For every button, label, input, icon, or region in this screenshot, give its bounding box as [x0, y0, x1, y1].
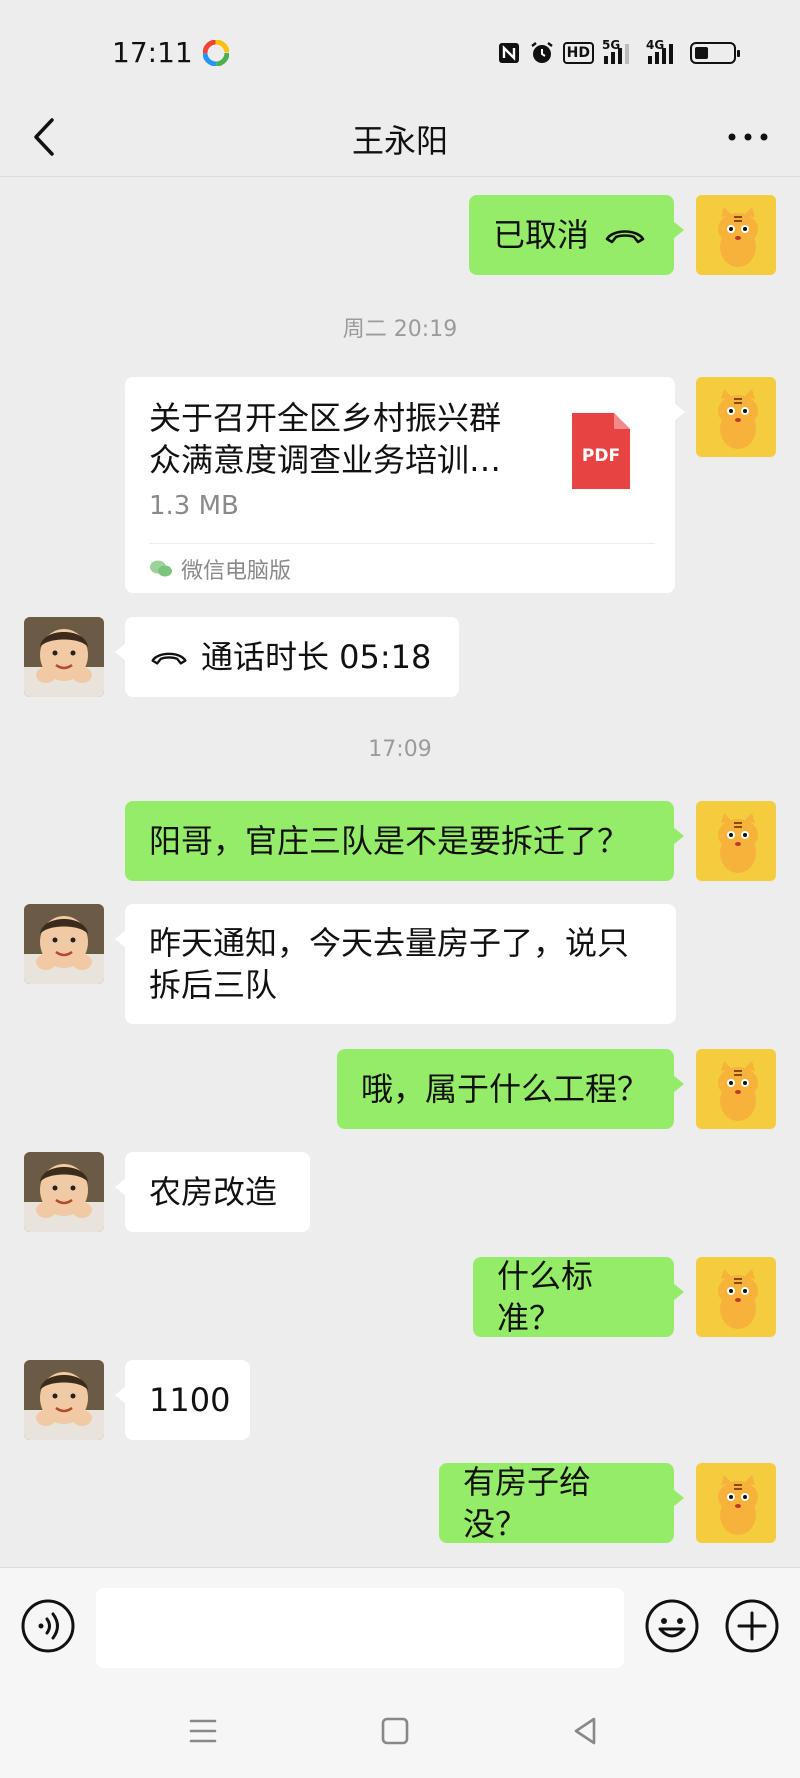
message-text: 什么标准？ — [497, 1257, 594, 1337]
message-text: 哦，属于什么工程？ — [361, 1070, 650, 1108]
my-avatar[interactable] — [696, 1257, 776, 1337]
my-avatar[interactable] — [696, 377, 776, 457]
message-text: 1100 — [149, 1381, 231, 1419]
message-list[interactable]: 已取消 周二 20:19 关于召开全区乡村振兴群众满意度调查业务培训… 1.3 … — [0, 177, 800, 1567]
chat-title: 王永阳 — [351, 122, 448, 160]
my-avatar[interactable] — [696, 801, 776, 881]
message-bubble[interactable]: 阳哥，官庄三队是不是要拆迁了？ — [125, 801, 684, 881]
friend-avatar[interactable] — [24, 1152, 104, 1232]
emoji-icon[interactable] — [644, 1598, 700, 1654]
message-bubble[interactable]: 农房改造 — [115, 1152, 310, 1232]
friend-avatar[interactable] — [24, 904, 104, 984]
message-text: 阳哥，官庄三队是不是要拆迁了？ — [149, 822, 630, 860]
file-name: 关于召开全区乡村振兴群众满意度调查业务培训… — [149, 399, 502, 479]
child-photo-icon — [24, 904, 104, 984]
phone-hangup-icon — [151, 652, 187, 665]
friend-avatar[interactable] — [24, 617, 104, 697]
battery-icon — [690, 42, 740, 64]
more-options-icon[interactable] — [718, 112, 778, 162]
child-photo-icon — [24, 1152, 104, 1232]
alarm-icon — [530, 42, 553, 63]
message-bubble-call-cancelled[interactable]: 已取消 — [469, 195, 684, 275]
home-square-icon[interactable] — [375, 1711, 415, 1751]
app-notification-icon — [203, 40, 229, 66]
message-text: 已取消 — [493, 216, 590, 254]
friend-avatar[interactable] — [24, 1360, 104, 1440]
voice-input-icon[interactable] — [20, 1598, 76, 1654]
svg-text:PDF: PDF — [582, 446, 620, 466]
message-text: 通话时长 05:18 — [201, 638, 432, 676]
message-bubble[interactable]: 1100 — [115, 1360, 250, 1440]
message-bubble[interactable]: 什么标准？ — [473, 1257, 684, 1337]
nfc-icon — [498, 43, 519, 63]
file-message-card[interactable]: 关于召开全区乡村振兴群众满意度调查业务培训… 1.3 MB PDF 微信电脑版 — [125, 377, 685, 593]
cat-avatar-icon — [696, 801, 776, 881]
signal-4g-icon: 4G — [646, 38, 682, 66]
my-avatar[interactable] — [696, 1463, 776, 1543]
message-bubble[interactable]: 昨天通知，今天去量房子了，说只拆后三队 — [115, 904, 676, 1024]
message-text: 农房改造 — [149, 1173, 278, 1211]
timestamp: 17:09 — [368, 737, 432, 762]
message-bubble-call-duration[interactable]: 通话时长 05:18 — [115, 617, 459, 697]
my-avatar[interactable] — [696, 1049, 776, 1129]
file-source: 微信电脑版 — [149, 553, 291, 585]
child-photo-icon — [24, 1360, 104, 1440]
system-navigation-bar — [0, 1687, 800, 1778]
input-bar — [0, 1567, 800, 1688]
child-photo-icon — [24, 617, 104, 697]
more-functions-plus-icon[interactable] — [724, 1598, 780, 1654]
timestamp: 周二 20:19 — [342, 317, 458, 342]
status-bar: 17:11 HD 5G 4G — [0, 0, 800, 100]
message-text: 有房子给没？ — [463, 1463, 592, 1543]
chat-header: 王永阳 — [0, 100, 800, 177]
back-triangle-icon[interactable] — [566, 1711, 606, 1751]
file-source-label: 微信电脑版 — [181, 559, 292, 584]
cat-avatar-icon — [696, 1257, 776, 1337]
my-avatar[interactable] — [696, 195, 776, 275]
message-bubble[interactable]: 哦，属于什么工程？ — [337, 1049, 684, 1129]
hd-voice-icon: HD — [562, 42, 594, 64]
message-input[interactable] — [96, 1588, 624, 1668]
divider — [149, 543, 655, 544]
cat-avatar-icon — [696, 377, 776, 457]
cat-avatar-icon — [696, 1463, 776, 1543]
file-size: 1.3 MB — [149, 491, 239, 521]
message-text: 昨天通知，今天去量房子了，说只拆后三队 — [149, 924, 630, 1004]
pdf-file-icon: PDF — [572, 413, 630, 489]
message-bubble[interactable]: 有房子给没？ — [439, 1463, 684, 1543]
cat-avatar-icon — [696, 195, 776, 275]
signal-5g-icon: 5G — [602, 38, 638, 66]
cat-avatar-icon — [696, 1049, 776, 1129]
phone-hangup-icon — [605, 230, 645, 244]
menu-lines-icon[interactable] — [183, 1711, 223, 1751]
wechat-logo-icon — [150, 560, 172, 577]
status-time: 17:11 — [112, 36, 193, 69]
